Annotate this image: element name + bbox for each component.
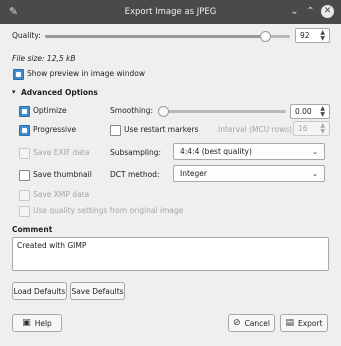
progressive-checkbox[interactable] — [19, 125, 30, 136]
save-exif-label[interactable]: Save EXIF data — [33, 148, 89, 157]
cancel-button[interactable]: ⊘ Cancel — [228, 314, 275, 332]
quality-label: Quality: — [12, 31, 41, 40]
quality-slider-knob[interactable] — [260, 31, 272, 42]
comment-label: Comment — [12, 225, 53, 234]
optimize-checkbox[interactable] — [19, 106, 30, 117]
use-quality-settings-checkbox[interactable] — [19, 206, 30, 217]
interval-spin-arrows-icon[interactable]: ▲ ▼ — [320, 122, 325, 135]
optimize-label[interactable]: Optimize — [33, 106, 67, 115]
quality-value: 92 — [300, 31, 310, 40]
use-quality-settings-label[interactable]: Use quality settings from original image — [33, 206, 183, 215]
minimize-icon[interactable]: ⌄ — [288, 5, 301, 18]
interval-spinbox[interactable]: 16 ▲ ▼ — [293, 121, 330, 136]
export-icon: ▤ — [285, 318, 294, 328]
export-button[interactable]: ▤ Export — [280, 314, 328, 332]
chevron-down-icon: ⌄ — [312, 147, 318, 156]
quality-spinbox[interactable]: 92 ▲ ▼ — [295, 28, 330, 43]
maximize-icon[interactable]: ⌃ — [304, 5, 317, 18]
cancel-icon: ⊘ — [233, 318, 241, 328]
save-thumbnail-label[interactable]: Save thumbnail — [33, 170, 92, 179]
chevron-down-icon: ⌄ — [312, 169, 318, 178]
smoothing-slider-track — [158, 110, 286, 113]
subsampling-value: 4:4:4 (best quality) — [180, 147, 252, 156]
gimp-app-icon: ✎ — [8, 5, 19, 18]
subsampling-combo[interactable]: 4:4:4 (best quality) ⌄ — [173, 143, 325, 160]
load-defaults-label: Load Defaults — [13, 286, 66, 296]
advanced-options-header[interactable]: Advanced Options — [21, 88, 98, 97]
progressive-label[interactable]: Progressive — [33, 125, 76, 134]
cancel-label: Cancel — [244, 318, 270, 328]
close-icon[interactable]: ✕ — [321, 5, 334, 18]
help-icon: ▣ — [22, 318, 31, 328]
show-preview-label[interactable]: Show preview in image window — [27, 69, 145, 78]
load-defaults-button[interactable]: Load Defaults — [12, 282, 67, 300]
dct-method-value: Integer — [180, 169, 207, 178]
export-label: Export — [297, 318, 323, 328]
save-defaults-label: Save Defaults — [71, 286, 124, 296]
smoothing-slider-knob[interactable] — [158, 106, 169, 117]
dct-method-label: DCT method: — [110, 170, 160, 179]
smoothing-spin-arrows-icon[interactable]: ▲ ▼ — [320, 105, 325, 118]
interval-value: 16 — [298, 124, 308, 133]
save-xmp-checkbox[interactable] — [19, 190, 30, 201]
restart-markers-label[interactable]: Use restart markers — [124, 125, 198, 134]
comment-textarea[interactable]: Created with GIMP — [12, 237, 329, 271]
help-button[interactable]: ▣ Help — [12, 314, 62, 332]
restart-markers-checkbox[interactable] — [110, 125, 121, 136]
comment-text: Created with GIMP — [17, 241, 87, 250]
save-thumbnail-checkbox[interactable] — [19, 170, 30, 181]
dct-method-combo[interactable]: Integer ⌄ — [173, 165, 325, 182]
smoothing-spinbox[interactable]: 0.00 ▲ ▼ — [290, 104, 330, 119]
chevron-down-icon[interactable]: ▾ — [12, 88, 16, 96]
smoothing-value: 0.00 — [295, 107, 312, 116]
interval-label: Interval (MCU rows): — [218, 125, 295, 134]
help-label: Help — [34, 318, 52, 328]
subsampling-label: Subsampling: — [110, 148, 162, 157]
save-defaults-button[interactable]: Save Defaults — [70, 282, 125, 300]
save-exif-checkbox[interactable] — [19, 148, 30, 159]
quality-slider-fill — [45, 35, 266, 38]
show-preview-checkbox[interactable] — [13, 69, 24, 80]
quality-slider[interactable] — [45, 31, 290, 42]
smoothing-label: Smoothing: — [110, 106, 154, 115]
title-bar: ✎ Export Image as JPEG ⌄ ⌃ ✕ — [0, 0, 341, 24]
save-xmp-label[interactable]: Save XMP data — [33, 190, 89, 199]
smoothing-slider[interactable] — [158, 106, 286, 117]
quality-spin-arrows-icon[interactable]: ▲ ▼ — [320, 29, 325, 42]
file-size: File size: 12,5 kB — [12, 54, 76, 63]
window-title: Export Image as JPEG — [124, 7, 217, 17]
